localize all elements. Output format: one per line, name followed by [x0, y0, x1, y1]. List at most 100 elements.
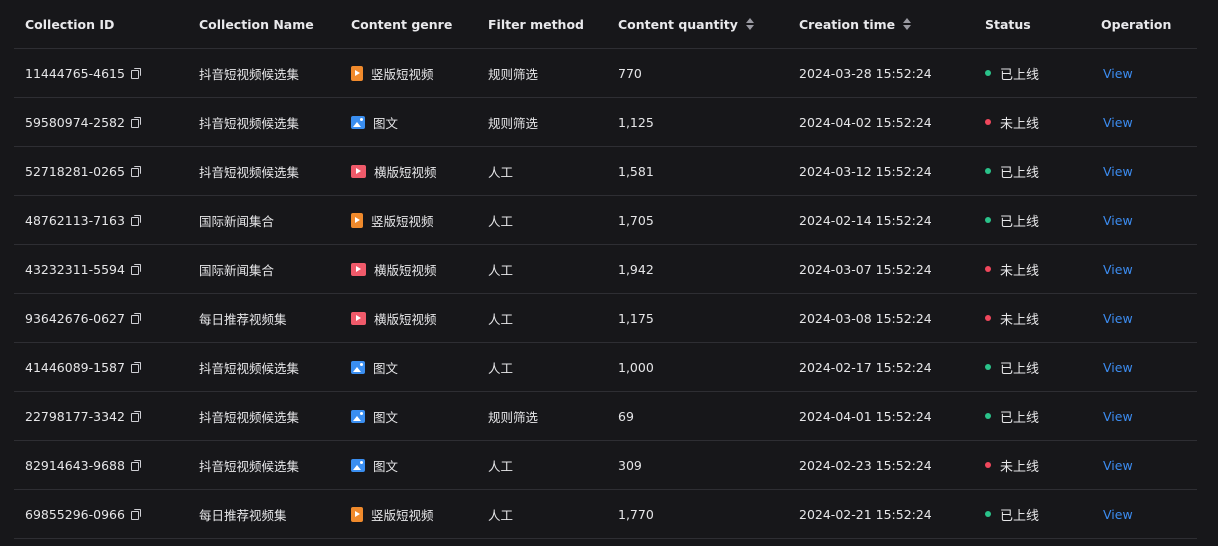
status-text: 未上线 — [1000, 116, 1040, 132]
creation-time: 2024-03-08 15:52:24 — [799, 310, 932, 326]
copy-icon[interactable] — [130, 117, 141, 128]
header-status: Status — [985, 16, 1031, 32]
status-dot-icon — [985, 364, 991, 370]
collection-id: 11444765-4615 — [25, 65, 125, 81]
table-row: 69855296-0966 每日推荐视频集 竖版短视频 人工 1,770 202… — [14, 490, 1197, 539]
header-content-quantity[interactable]: Content quantity — [607, 0, 788, 48]
view-link[interactable]: View — [1103, 507, 1133, 522]
status-badge: 未上线 — [974, 441, 1090, 489]
collection-name: 抖音短视频候选集 — [199, 409, 300, 425]
content-quantity: 1,581 — [618, 163, 654, 179]
status-dot-icon — [985, 266, 991, 272]
filter-method: 规则筛选 — [488, 409, 539, 425]
collection-id: 41446089-1587 — [25, 359, 125, 375]
collection-name: 抖音短视频候选集 — [199, 164, 300, 180]
vertical-video-icon — [351, 65, 363, 81]
status-text: 已上线 — [1000, 508, 1040, 524]
image-icon — [351, 458, 365, 472]
copy-icon[interactable] — [130, 460, 141, 471]
collection-id-cell: 93642676-0627 — [14, 294, 188, 342]
collection-id: 43232311-5594 — [25, 261, 125, 277]
view-link[interactable]: View — [1103, 66, 1133, 81]
operation-cell: View — [1090, 294, 1197, 342]
sort-icon[interactable] — [745, 18, 754, 30]
collection-id: 22798177-3342 — [25, 408, 125, 424]
filter-method: 规则筛选 — [488, 115, 539, 131]
copy-icon[interactable] — [130, 264, 141, 275]
copy-icon[interactable] — [130, 68, 141, 79]
copy-icon[interactable] — [130, 362, 141, 373]
sort-icon[interactable] — [903, 18, 912, 30]
copy-icon[interactable] — [130, 166, 141, 177]
image-icon — [351, 115, 365, 129]
creation-time: 2024-03-07 15:52:24 — [799, 261, 932, 277]
table-row: 82914643-9688 抖音短视频候选集 图文 人工 309 2024-02… — [14, 441, 1197, 490]
status-badge: 已上线 — [974, 196, 1090, 244]
filter-method: 人工 — [488, 262, 514, 278]
view-link[interactable]: View — [1103, 262, 1133, 277]
status-text: 已上线 — [1000, 410, 1040, 426]
collection-id: 93642676-0627 — [25, 310, 125, 326]
filter-method: 人工 — [488, 164, 514, 180]
status-badge: 已上线 — [974, 392, 1090, 440]
view-link[interactable]: View — [1103, 458, 1133, 473]
view-link[interactable]: View — [1103, 213, 1133, 228]
table-row: 41446089-1587 抖音短视频候选集 图文 人工 1,000 2024-… — [14, 343, 1197, 392]
content-genre: 竖版短视频 — [371, 213, 434, 229]
status-badge: 未上线 — [974, 294, 1090, 342]
creation-time: 2024-04-02 15:52:24 — [799, 114, 932, 130]
content-genre-cell: 竖版短视频 — [340, 49, 477, 97]
copy-icon[interactable] — [130, 509, 141, 520]
creation-time: 2024-02-17 15:52:24 — [799, 359, 932, 375]
content-genre: 竖版短视频 — [371, 66, 434, 82]
status-dot-icon — [985, 462, 991, 468]
status-text: 未上线 — [1000, 312, 1040, 328]
view-link[interactable]: View — [1103, 164, 1133, 179]
content-genre: 横版短视频 — [374, 311, 437, 327]
view-link[interactable]: View — [1103, 409, 1133, 424]
copy-icon[interactable] — [130, 215, 141, 226]
content-genre: 竖版短视频 — [371, 507, 434, 523]
copy-icon[interactable] — [130, 411, 141, 422]
table-header-row: Collection ID Collection Name Content ge… — [14, 0, 1197, 49]
header-collection-name: Collection Name — [199, 16, 314, 32]
operation-cell: View — [1090, 49, 1197, 97]
view-link[interactable]: View — [1103, 115, 1133, 130]
collection-id-cell: 22798177-3342 — [14, 392, 188, 440]
image-icon — [351, 360, 365, 374]
creation-time: 2024-02-21 15:52:24 — [799, 506, 932, 522]
header-creation-time-label: Creation time — [799, 16, 896, 32]
status-text: 已上线 — [1000, 214, 1040, 230]
content-genre: 横版短视频 — [374, 262, 437, 278]
collection-id-cell: 52718281-0265 — [14, 147, 188, 195]
view-link[interactable]: View — [1103, 360, 1133, 375]
collection-name: 国际新闻集合 — [199, 262, 275, 278]
status-dot-icon — [985, 70, 991, 76]
collection-id: 48762113-7163 — [25, 212, 125, 228]
collection-id-cell: 69855296-0966 — [14, 490, 188, 538]
creation-time: 2024-03-12 15:52:24 — [799, 163, 932, 179]
status-badge: 已上线 — [974, 343, 1090, 391]
collection-id: 82914643-9688 — [25, 457, 125, 473]
operation-cell: View — [1090, 343, 1197, 391]
content-genre: 图文 — [373, 458, 399, 474]
content-genre-cell: 横版短视频 — [340, 147, 477, 195]
horizontal-video-icon — [351, 262, 366, 276]
header-operation: Operation — [1101, 16, 1172, 32]
creation-time: 2024-03-28 15:52:24 — [799, 65, 932, 81]
status-dot-icon — [985, 168, 991, 174]
collection-id: 69855296-0966 — [25, 506, 125, 522]
content-genre-cell: 图文 — [340, 343, 477, 391]
view-link[interactable]: View — [1103, 311, 1133, 326]
content-quantity: 1,000 — [618, 359, 654, 375]
status-badge: 已上线 — [974, 490, 1090, 538]
collections-table: Collection ID Collection Name Content ge… — [14, 0, 1197, 539]
content-genre-cell: 竖版短视频 — [340, 490, 477, 538]
status-badge: 未上线 — [974, 98, 1090, 146]
header-creation-time[interactable]: Creation time — [788, 0, 974, 48]
collection-id-cell: 43232311-5594 — [14, 245, 188, 293]
collection-id: 52718281-0265 — [25, 163, 125, 179]
status-dot-icon — [985, 413, 991, 419]
collection-name: 每日推荐视频集 — [199, 311, 287, 327]
copy-icon[interactable] — [130, 313, 141, 324]
